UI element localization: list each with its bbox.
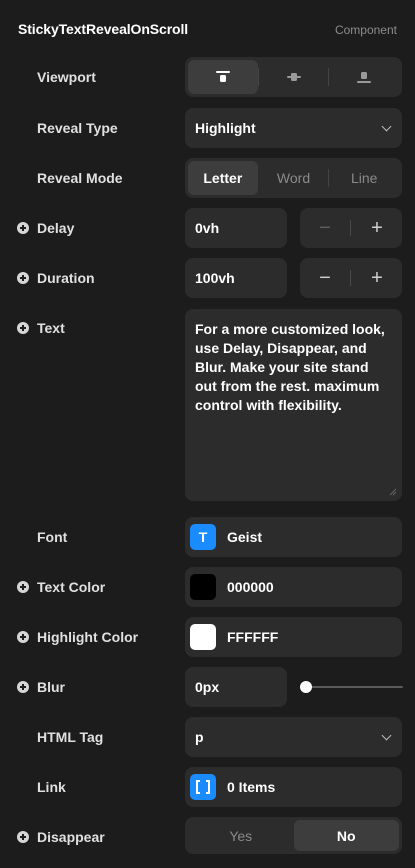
blur-input[interactable]: 0px — [185, 667, 287, 707]
delay-value: 0vh — [195, 220, 220, 236]
highlight-color-value: FFFFFF — [227, 629, 279, 645]
disappear-option-no[interactable]: No — [293, 820, 399, 851]
resize-handle-icon[interactable] — [389, 488, 397, 496]
stepper-divider — [350, 270, 351, 286]
blur-label: Blur — [37, 679, 65, 695]
delay-increment-button[interactable]: + — [352, 208, 402, 248]
blur-value: 0px — [195, 679, 220, 695]
add-icon[interactable] — [17, 681, 29, 693]
panel-header: StickyTextRevealOnScroll Component — [0, 0, 415, 60]
reveal-mode-label: Reveal Mode — [37, 170, 123, 186]
reveal-mode-option-line[interactable]: Line — [329, 161, 399, 195]
reveal-mode-option-word[interactable]: Word — [259, 161, 329, 195]
component-title: StickyTextRevealOnScroll — [18, 21, 189, 37]
add-icon[interactable] — [17, 322, 29, 334]
link-row: Link 0 Items — [0, 767, 415, 807]
duration-value: 100vh — [195, 270, 235, 286]
highlight-color-swatch[interactable] — [190, 624, 216, 650]
reveal-type-row: Reveal Type Highlight — [0, 108, 415, 148]
align-top-icon — [215, 71, 230, 82]
text-row: Text For a more customized look, use Del… — [0, 309, 415, 501]
align-bottom-icon — [357, 72, 372, 83]
add-icon[interactable] — [17, 272, 29, 284]
add-icon[interactable] — [17, 222, 29, 234]
chevron-down-icon — [381, 121, 392, 132]
blur-row: Blur 0px — [0, 667, 415, 707]
blur-slider-track[interactable] — [306, 686, 403, 688]
delay-row: Delay 0vh − + — [0, 208, 415, 248]
highlight-color-row: Highlight Color FFFFFF — [0, 617, 415, 657]
brackets-icon — [190, 774, 216, 800]
chevron-down-icon — [381, 730, 392, 741]
text-textarea[interactable]: For a more customized look, use Delay, D… — [185, 309, 402, 501]
viewport-align-bottom-option[interactable] — [329, 60, 399, 94]
reveal-type-select[interactable]: Highlight — [185, 108, 402, 148]
reveal-mode-segmented-control: Letter Word Line — [185, 158, 402, 198]
link-picker[interactable]: 0 Items — [185, 767, 402, 807]
link-label: Link — [37, 779, 66, 795]
viewport-segmented-control — [185, 57, 402, 97]
blur-slider-handle[interactable] — [300, 681, 312, 693]
duration-row: Duration 100vh − + — [0, 258, 415, 298]
duration-increment-button[interactable]: + — [352, 258, 402, 298]
delay-label: Delay — [37, 220, 75, 236]
font-row: Font T Geist — [0, 517, 415, 557]
reveal-mode-option-letter[interactable]: Letter — [188, 161, 258, 195]
add-icon[interactable] — [17, 631, 29, 643]
component-type-label: Component — [334, 23, 397, 37]
text-label: Text — [37, 320, 65, 336]
highlight-color-label: Highlight Color — [37, 629, 139, 645]
text-color-value: 000000 — [227, 579, 274, 595]
viewport-label: Viewport — [37, 69, 96, 85]
viewport-row: Viewport — [0, 57, 415, 97]
html-tag-label: HTML Tag — [37, 729, 104, 745]
delay-input[interactable]: 0vh — [185, 208, 287, 248]
font-label: Font — [37, 529, 68, 545]
viewport-align-top-option[interactable] — [188, 60, 258, 94]
reveal-type-label: Reveal Type — [37, 120, 118, 136]
text-color-row: Text Color 000000 — [0, 567, 415, 607]
html-tag-value: p — [195, 729, 204, 745]
delay-decrement-button[interactable]: − — [300, 208, 350, 248]
add-icon[interactable] — [17, 581, 29, 593]
font-picker[interactable]: T Geist — [185, 517, 402, 557]
align-center-icon — [286, 73, 301, 81]
add-icon[interactable] — [17, 831, 29, 843]
text-value: For a more customized look, use Delay, D… — [195, 321, 385, 413]
text-color-swatch[interactable] — [190, 574, 216, 600]
duration-input[interactable]: 100vh — [185, 258, 287, 298]
reveal-type-value: Highlight — [195, 120, 256, 136]
disappear-row: Disappear Yes No — [0, 817, 415, 857]
viewport-align-center-option[interactable] — [259, 60, 329, 94]
text-color-picker[interactable]: 000000 — [185, 567, 402, 607]
disappear-option-yes[interactable]: Yes — [188, 820, 294, 851]
duration-decrement-button[interactable]: − — [300, 258, 350, 298]
text-color-label: Text Color — [37, 579, 106, 595]
html-tag-select[interactable]: p — [185, 717, 402, 757]
stepper-divider — [350, 220, 351, 236]
reveal-mode-row: Reveal Mode Letter Word Line — [0, 158, 415, 198]
delay-stepper: − + — [300, 208, 402, 248]
duration-stepper: − + — [300, 258, 402, 298]
html-tag-row: HTML Tag p — [0, 717, 415, 757]
disappear-segmented-control: Yes No — [185, 817, 402, 854]
font-value: Geist — [227, 529, 263, 545]
font-type-icon: T — [190, 524, 216, 550]
disappear-label: Disappear — [37, 829, 105, 845]
highlight-color-picker[interactable]: FFFFFF — [185, 617, 402, 657]
duration-label: Duration — [37, 270, 95, 286]
link-value: 0 Items — [227, 779, 276, 795]
